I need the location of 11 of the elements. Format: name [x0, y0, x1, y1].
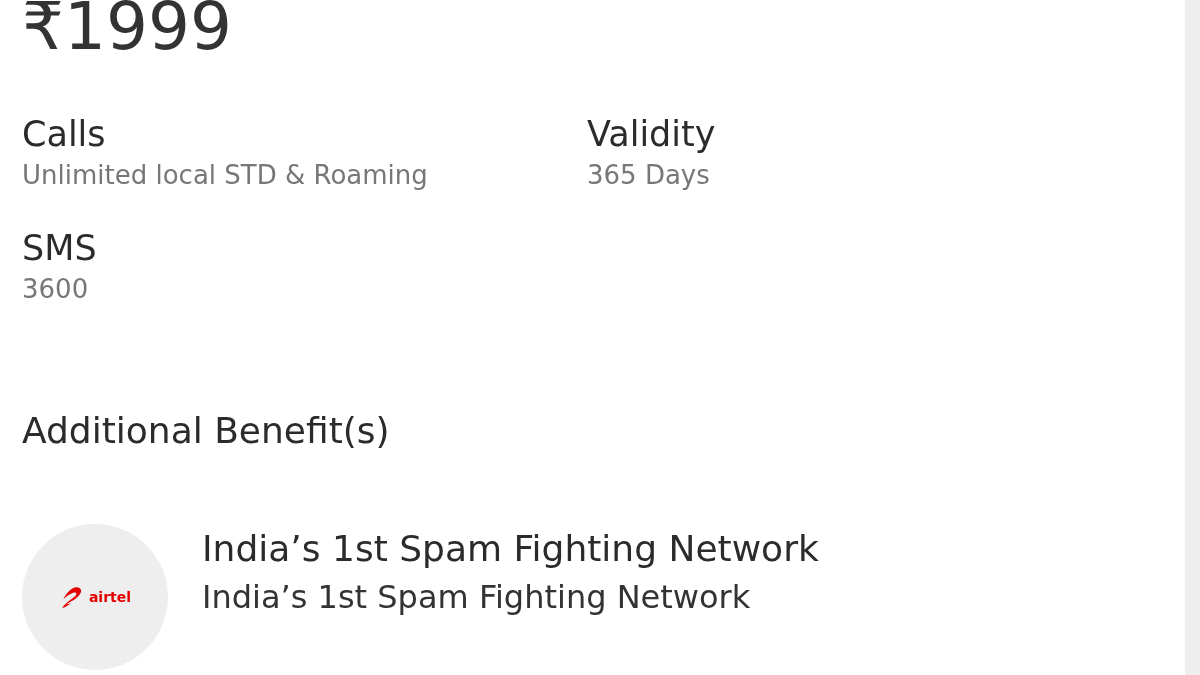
benefit-label: Calls: [22, 113, 107, 156]
plan-price: ₹1999: [22, 0, 233, 60]
benefit-subtitle: India’s 1st Spam Fighting Network: [202, 577, 752, 618]
benefit-value: Unlimited local STD & Roaming: [22, 159, 429, 192]
logo-text: airtel: [88, 589, 132, 605]
benefit-label: SMS: [22, 227, 98, 270]
benefit-label: Validity: [587, 113, 717, 156]
section-heading: Additional Benefit(s): [22, 409, 391, 453]
benefit-value: 3600: [22, 273, 90, 306]
benefit-title: India’s 1st Spam Fighting Network: [202, 527, 819, 571]
benefit-value: 365 Days: [587, 159, 711, 192]
